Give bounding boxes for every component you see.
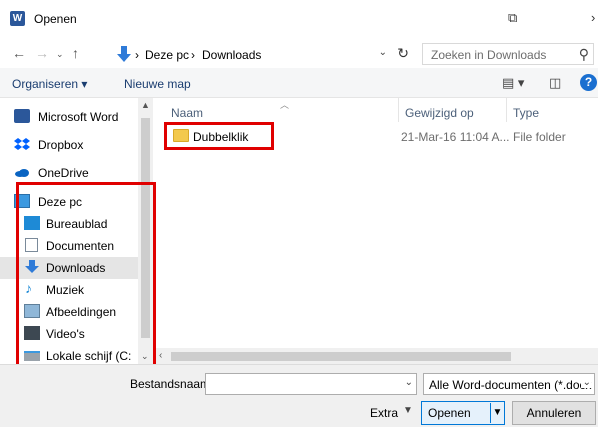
address-dropdown-icon[interactable]: ⌄ xyxy=(379,47,387,58)
column-divider[interactable] xyxy=(506,98,507,122)
forward-icon[interactable]: → xyxy=(35,45,49,61)
breadcrumb-separator-icon: › xyxy=(191,48,195,62)
sidebar-item-dropbox[interactable]: Dropbox xyxy=(0,134,150,156)
search-placeholder: Zoeken in Downloads xyxy=(431,48,547,62)
open-button[interactable]: Openen ▼ xyxy=(421,401,505,425)
up-icon[interactable]: ↑ xyxy=(72,45,79,61)
back-icon[interactable]: ← xyxy=(12,45,26,61)
open-split-dropdown-icon[interactable]: ▼ xyxy=(490,403,504,423)
sidebar-item-label: OneDrive xyxy=(38,166,89,180)
command-toolbar: Organiseren ▾ Nieuwe map ▤ ▾ ◫ ? xyxy=(0,68,598,98)
file-type-dropdown-icon[interactable]: ⌄ xyxy=(580,377,591,388)
extra-dropdown-icon[interactable]: ▼ xyxy=(403,405,413,416)
word-icon xyxy=(14,109,30,123)
view-options-icon[interactable]: ▤ ▾ xyxy=(502,75,524,91)
open-button-label: Openen xyxy=(428,406,471,420)
filename-input[interactable]: ⌄ xyxy=(205,373,417,395)
window-title: Openen xyxy=(34,12,77,26)
dropbox-icon xyxy=(14,138,30,150)
file-list-horizontal-scrollbar[interactable]: ‹ xyxy=(153,348,598,364)
column-divider[interactable] xyxy=(398,98,399,122)
file-modified: 21-Mar-16 11:04 A... xyxy=(401,130,510,144)
column-header-name[interactable]: Naam xyxy=(171,106,203,120)
new-folder-button[interactable]: Nieuwe map xyxy=(124,77,191,91)
download-arrow-icon xyxy=(117,46,131,62)
highlight-box-sidebar xyxy=(16,182,156,368)
close-icon[interactable]: › xyxy=(591,10,595,25)
onedrive-icon xyxy=(15,169,29,177)
file-type-select[interactable]: Alle Word-documenten (*.docx ⌄ xyxy=(423,373,595,395)
highlight-box-dubbelklik xyxy=(164,122,274,150)
word-app-icon: W xyxy=(10,11,25,26)
cancel-button[interactable]: Annuleren xyxy=(512,401,596,425)
preview-pane-icon[interactable]: ◫ xyxy=(549,75,561,91)
column-header-type[interactable]: Type xyxy=(513,106,539,120)
window-mode-icon[interactable]: ⧉ xyxy=(508,10,517,26)
breadcrumb-deze-pc[interactable]: Deze pc xyxy=(145,48,189,62)
dialog-footer: Bestandsnaam: ⌄ Alle Word-documenten (*.… xyxy=(0,364,598,427)
scroll-left-icon[interactable]: ‹ xyxy=(159,350,162,361)
refresh-icon[interactable]: ↻ xyxy=(397,45,409,62)
sort-ascending-icon: ︿ xyxy=(280,100,290,110)
address-row: ← → ⌄ ↑ › Deze pc › Downloads ⌄ ↻ Zoeken… xyxy=(0,38,598,68)
help-icon[interactable]: ? xyxy=(580,74,597,91)
recent-dropdown-icon[interactable]: ⌄ xyxy=(56,49,64,60)
sidebar-item-label: Dropbox xyxy=(38,138,84,152)
scroll-up-icon[interactable]: ▲ xyxy=(141,100,150,110)
search-icon: ⚲ xyxy=(578,46,589,62)
organize-button[interactable]: Organiseren ▾ xyxy=(12,77,87,91)
sidebar-item-label: Microsoft Word xyxy=(38,110,119,124)
column-header-modified[interactable]: Gewijzigd op xyxy=(405,106,474,120)
title-bar: W Openen ⧉ › xyxy=(0,0,598,38)
filename-dropdown-icon[interactable]: ⌄ xyxy=(405,377,413,388)
search-input[interactable]: Zoeken in Downloads ⚲ xyxy=(422,43,594,65)
breadcrumb-downloads[interactable]: Downloads xyxy=(202,48,261,62)
extra-button[interactable]: Extra xyxy=(370,406,398,420)
file-type: File folder xyxy=(513,130,566,144)
breadcrumb-separator-icon: › xyxy=(135,48,139,62)
file-type-selected: Alle Word-documenten (*.docx xyxy=(429,378,592,392)
sidebar-item-onedrive[interactable]: OneDrive xyxy=(0,162,150,184)
sidebar-item-microsoft-word[interactable]: Microsoft Word xyxy=(0,106,150,128)
filename-label: Bestandsnaam: xyxy=(130,377,214,391)
address-bar[interactable]: › Deze pc › Downloads ⌄ ↻ xyxy=(112,43,414,65)
horizontal-scroll-thumb[interactable] xyxy=(171,352,511,361)
